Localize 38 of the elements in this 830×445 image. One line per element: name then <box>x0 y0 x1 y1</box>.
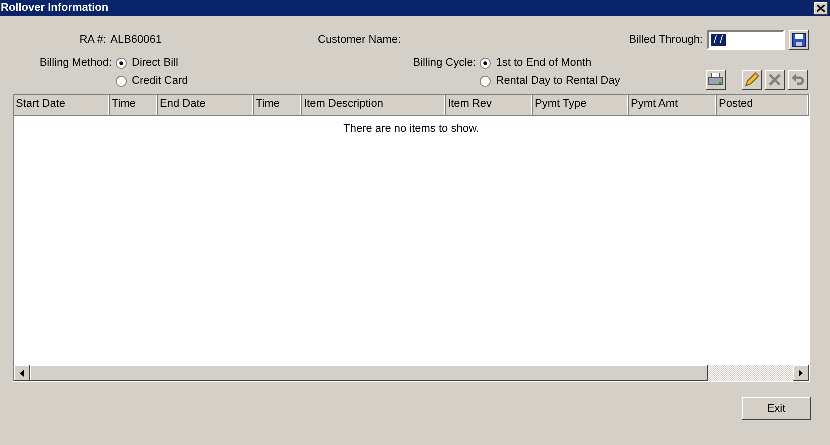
column-header[interactable]: Start Date <box>14 95 110 115</box>
column-header[interactable]: Item Description <box>302 95 446 115</box>
radio-button[interactable] <box>116 76 127 86</box>
column-header[interactable]: Pymt Type <box>533 95 629 115</box>
edit-button[interactable] <box>742 70 762 90</box>
ra-number: ALB60061 <box>110 34 162 46</box>
window-title: Rollover Information <box>0 2 109 14</box>
right-arrow-icon <box>799 370 803 376</box>
radio-label: Direct Bill <box>132 57 178 69</box>
column-header[interactable]: Pymt Amt <box>629 95 717 115</box>
column-header[interactable]: Time <box>110 95 158 115</box>
field-label: RA #: <box>80 34 107 46</box>
radio-button[interactable] <box>480 58 492 68</box>
field-label: Customer Name: <box>318 34 402 46</box>
column-header[interactable]: End Date <box>158 95 254 115</box>
left-arrow-icon <box>20 370 24 376</box>
close-icon <box>817 4 825 12</box>
date-field[interactable]: / / <box>707 30 785 50</box>
radio-label: 1st to End of Month <box>496 57 592 69</box>
pencil-icon <box>744 72 760 88</box>
column-header[interactable]: Posted <box>717 95 809 115</box>
undo-icon <box>791 73 805 87</box>
field-label: Billing Method: <box>38 56 112 71</box>
field-label: Billing Cycle: <box>412 56 476 71</box>
radio-label: Credit Card <box>132 75 188 87</box>
column-header[interactable]: Item Rev <box>446 95 533 115</box>
field-label: Billed Through: <box>629 34 703 46</box>
radio-button[interactable] <box>480 76 492 86</box>
print-button[interactable] <box>706 70 726 90</box>
column-header[interactable]: Time <box>254 95 302 115</box>
empty-message: There are no items to show. <box>344 123 480 135</box>
x-icon <box>768 73 782 87</box>
printer-icon <box>708 73 724 87</box>
exit-button[interactable]: Exit <box>742 397 811 420</box>
radio-label: Rental Day to Rental Day <box>496 75 620 87</box>
radio-button[interactable] <box>116 58 127 68</box>
save-button[interactable] <box>789 30 809 50</box>
close-button[interactable] <box>814 2 828 14</box>
